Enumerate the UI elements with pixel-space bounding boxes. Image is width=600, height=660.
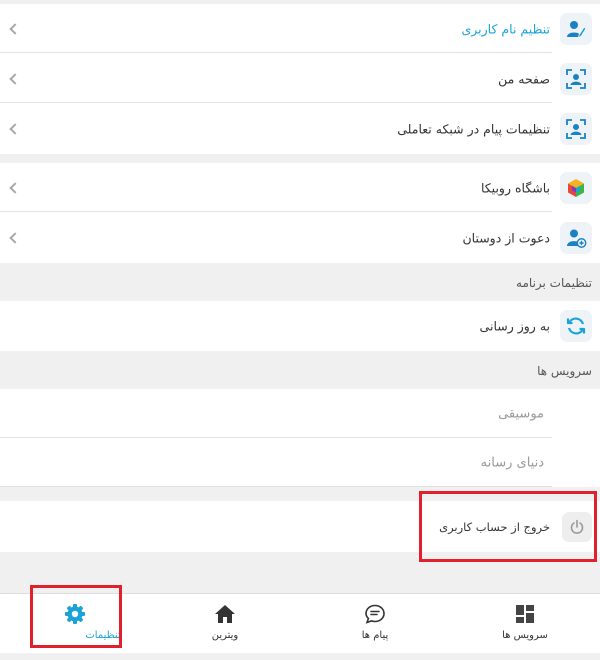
- nav-item-services[interactable]: سرویس ها: [450, 594, 600, 654]
- menu-item-invite-friends[interactable]: دعوت از دوستان: [0, 213, 600, 262]
- chevron-left-icon: [9, 122, 21, 135]
- service-item-media-world[interactable]: دنیای رسانه: [0, 438, 552, 487]
- service-item-label: دنیای رسانه: [480, 455, 544, 470]
- menu-item-label: تنظیمات پیام در شبکه تعاملی: [397, 121, 550, 136]
- social-card: باشگاه روبیکا دعوت از دوستان: [0, 163, 600, 263]
- home-icon: [215, 605, 235, 623]
- menu-item-my-page[interactable]: صفحه من: [0, 54, 600, 103]
- menu-item-rubika-club[interactable]: باشگاه روبیکا: [0, 163, 600, 212]
- chevron-left-icon: [9, 72, 21, 85]
- menu-item-label: باشگاه روبیکا: [480, 180, 550, 195]
- menu-item-label: دعوت از دوستان: [462, 230, 550, 245]
- menu-item-message-settings[interactable]: تنظیمات پیام در شبکه تعاملی: [0, 104, 600, 153]
- section-title-app-settings: تنظیمات برنامه: [516, 276, 592, 290]
- cube-icon: [560, 171, 592, 204]
- grid-icon: [516, 605, 534, 623]
- app-settings-card: به روز رسانی: [0, 301, 600, 351]
- menu-item-update[interactable]: به روز رسانی: [0, 301, 600, 350]
- divider: [0, 211, 552, 212]
- profile-frame-icon: [560, 112, 592, 145]
- divider: [0, 486, 552, 487]
- logout-highlight-box: [419, 491, 597, 562]
- chevron-left-icon: [9, 231, 21, 244]
- menu-item-label: به روز رسانی: [479, 318, 550, 333]
- section-title-services: سرویس ها: [537, 364, 592, 378]
- invite-friend-icon: [560, 221, 592, 254]
- service-item-label: موسیقی: [498, 406, 544, 421]
- user-edit-icon: [560, 12, 592, 45]
- chat-icon: [365, 604, 385, 624]
- divider: [0, 52, 552, 53]
- nav-label: پیام ها: [361, 630, 389, 641]
- nav-label: سرویس ها: [502, 630, 548, 641]
- refresh-icon: [560, 309, 592, 342]
- menu-item-username[interactable]: تنظیم نام کاربری: [0, 4, 600, 53]
- service-item-music[interactable]: موسیقی: [0, 389, 552, 438]
- chevron-left-icon: [9, 181, 21, 194]
- menu-item-label: تنظیم نام کاربری: [461, 21, 550, 36]
- nav-item-messages[interactable]: پیام ها: [300, 594, 450, 654]
- chevron-left-icon: [9, 22, 21, 35]
- services-card: موسیقی دنیای رسانه: [0, 389, 600, 487]
- menu-item-label: صفحه من: [498, 71, 550, 86]
- nav-item-showcase[interactable]: ویترین: [150, 594, 300, 654]
- divider: [0, 102, 552, 103]
- profile-frame-icon: [560, 62, 592, 95]
- settings-highlight-box: [30, 585, 122, 648]
- account-card: تنظیم نام کاربری صفحه من تنظیمات پیام در…: [0, 4, 600, 154]
